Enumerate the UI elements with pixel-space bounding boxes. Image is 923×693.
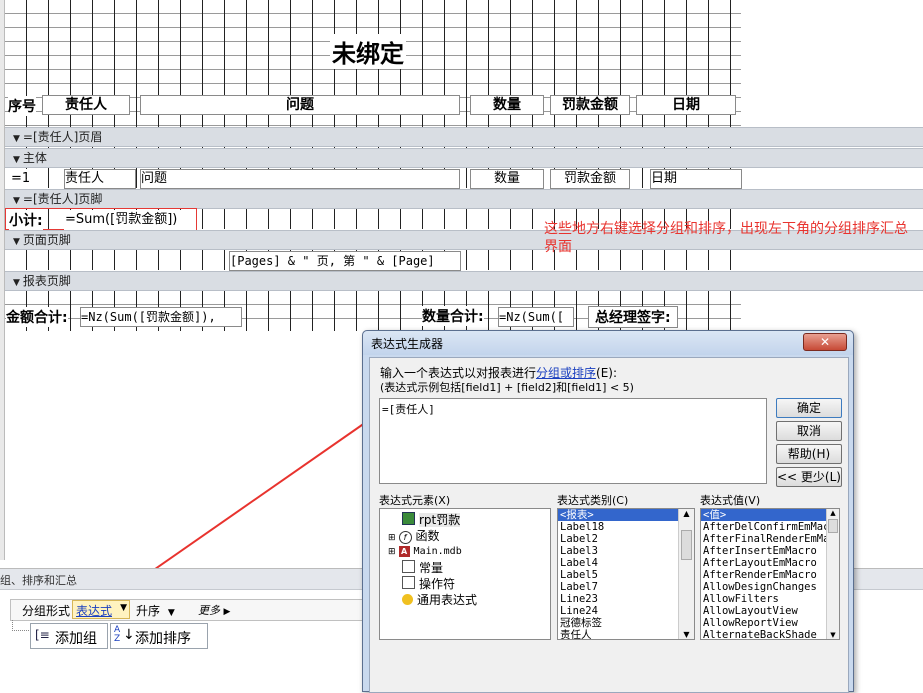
category-list-item[interactable]: Line24 (558, 605, 694, 617)
category-list-item[interactable]: Label7 (558, 581, 694, 593)
category-list-item[interactable]: Label3 (558, 545, 694, 557)
close-icon: ✕ (819, 335, 831, 349)
dialog-title-bar[interactable]: 表达式生成器 ✕ (363, 331, 853, 355)
tree-item-common-expr-label: 通用表达式 (417, 593, 478, 607)
tree-item-constants-label: 常量 (419, 561, 444, 575)
add-sort-button[interactable]: AZ ↓ 添加排序 (110, 623, 208, 649)
common-expression-icon (402, 594, 413, 605)
group-icon: [≡ (35, 628, 50, 642)
elements-tree[interactable]: rpt罚款 ⊞ f 函数 ⊞ A Main.mdb 常量 操作符 通用表达式 (379, 508, 551, 640)
tree-item-functions-label: 函数 (415, 529, 440, 543)
expand-icon: ⊞ (388, 533, 396, 543)
value-list-item[interactable]: AfterDelConfirmEmMac (701, 521, 839, 533)
arrow-right-icon: ▶ (223, 607, 231, 617)
folder-icon (402, 576, 415, 589)
dialog-prompt-prefix: 输入一个表达式以对报表进行 (380, 366, 537, 380)
expression-text: =[责任人] (382, 403, 435, 416)
expression-input[interactable]: =[责任人] (379, 398, 767, 484)
category-list-item[interactable]: Label5 (558, 569, 694, 581)
value-list-item[interactable]: AfterInsertEmMacro (701, 545, 839, 557)
value-list-item[interactable]: AfterFinalRenderEmMa (701, 533, 839, 545)
scroll-up-icon[interactable]: ▲ (827, 509, 839, 517)
category-list-item[interactable]: Label4 (558, 557, 694, 569)
values-label: 表达式值(V) (700, 494, 761, 507)
categories-scrollbar[interactable]: ▲ ▼ (678, 509, 694, 639)
tree-item-database-label: Main.mdb (413, 546, 462, 557)
category-list-item[interactable]: Label18 (558, 521, 694, 533)
value-list-item[interactable]: AlternateBackShade (701, 629, 839, 639)
expand-icon: ⊞ (388, 547, 396, 557)
category-list-item[interactable]: Label2 (558, 533, 694, 545)
sort-order-dropdown[interactable]: 升序 ▼ (136, 602, 175, 619)
value-list-item[interactable]: <值> (701, 509, 839, 521)
tree-connector (12, 620, 29, 631)
add-group-button[interactable]: [≡ 添加组 (30, 623, 108, 649)
scroll-thumb[interactable] (681, 530, 692, 560)
dialog-example: (表达式示例包括[field1] + [field2]和[field1] < 5… (380, 381, 634, 394)
chevron-down-icon: ▼ (120, 603, 127, 613)
help-button[interactable]: 帮助(H) (776, 444, 842, 464)
tree-item-database[interactable]: ⊞ A Main.mdb (388, 543, 462, 557)
group-sort-pane-title: 组、排序和汇总 (0, 574, 77, 587)
dialog-title: 表达式生成器 (371, 337, 444, 351)
tree-item-rpt[interactable]: rpt罚款 (402, 511, 461, 528)
add-group-label: 添加组 (55, 631, 97, 647)
more-options-label: 更多 (198, 604, 220, 617)
tree-item-constants[interactable]: 常量 (402, 559, 443, 576)
elements-label: 表达式元素(X) (379, 494, 451, 507)
tree-item-operators[interactable]: 操作符 (402, 575, 455, 592)
tree-item-operators-label: 操作符 (419, 577, 456, 591)
add-sort-label: 添加排序 (135, 631, 191, 647)
chevron-down-icon: ▼ (167, 608, 175, 618)
category-list-item[interactable]: Line23 (558, 593, 694, 605)
ok-button[interactable]: 确定 (776, 398, 842, 418)
sort-az-icon: AZ (114, 625, 121, 644)
group-form-label: 分组形式 (22, 604, 71, 618)
expression-builder-dialog: 表达式生成器 ✕ 输入一个表达式以对报表进行分组或排序(E): (表达式示例包括… (362, 330, 854, 693)
values-list[interactable]: <值> AfterDelConfirmEmMac AfterFinalRenderE… (700, 508, 840, 640)
group-sort-link[interactable]: 分组或排序 (536, 366, 596, 380)
more-options-link[interactable]: 更多 ▶ (198, 602, 230, 618)
category-list-item[interactable]: <报表> (558, 509, 694, 521)
category-list-item[interactable]: 冠德标签 (558, 617, 694, 629)
close-button[interactable]: ✕ (803, 333, 847, 351)
sort-order-label: 升序 (136, 604, 161, 618)
value-list-item[interactable]: AllowDesignChanges (701, 581, 839, 593)
scroll-down-icon[interactable]: ▼ (679, 630, 694, 639)
less-button[interactable]: << 更少(L) (776, 467, 842, 487)
tree-item-rpt-label: rpt罚款 (419, 513, 461, 527)
categories-label: 表达式类别(C) (557, 494, 629, 507)
value-list-item[interactable]: AllowLayoutView (701, 605, 839, 617)
value-list-item[interactable]: AfterRenderEmMacro (701, 569, 839, 581)
dialog-body: 输入一个表达式以对报表进行分组或排序(E): (表达式示例包括[field1] … (369, 357, 849, 693)
database-icon: A (398, 546, 410, 557)
folder-icon (402, 560, 415, 573)
form-icon (402, 512, 415, 525)
category-list-item[interactable]: 责任人 (558, 629, 694, 639)
scroll-down-icon[interactable]: ▼ (827, 631, 839, 639)
scroll-thumb[interactable] (828, 519, 838, 533)
value-list-item[interactable]: AllowFilters (701, 593, 839, 605)
cancel-button[interactable]: 取消 (776, 421, 842, 441)
tree-item-functions[interactable]: ⊞ f 函数 (388, 527, 440, 544)
value-list-item[interactable]: AfterLayoutEmMacro (701, 557, 839, 569)
dialog-prompt-suffix: (E): (596, 366, 618, 380)
values-scrollbar[interactable]: ▲ ▼ (826, 509, 839, 639)
value-list-item[interactable]: AllowReportView (701, 617, 839, 629)
tree-item-common-expr[interactable]: 通用表达式 (402, 591, 477, 608)
expression-dropdown-value: 表达式 (76, 604, 113, 618)
categories-list[interactable]: <报表> Label18 Label2 Label3 Label4 Label5 Label… (557, 508, 695, 640)
expression-dropdown[interactable]: 表达式 ▼ (72, 600, 130, 619)
sort-arrow-icon: ↓ (123, 627, 135, 643)
scroll-up-icon[interactable]: ▲ (679, 509, 694, 518)
